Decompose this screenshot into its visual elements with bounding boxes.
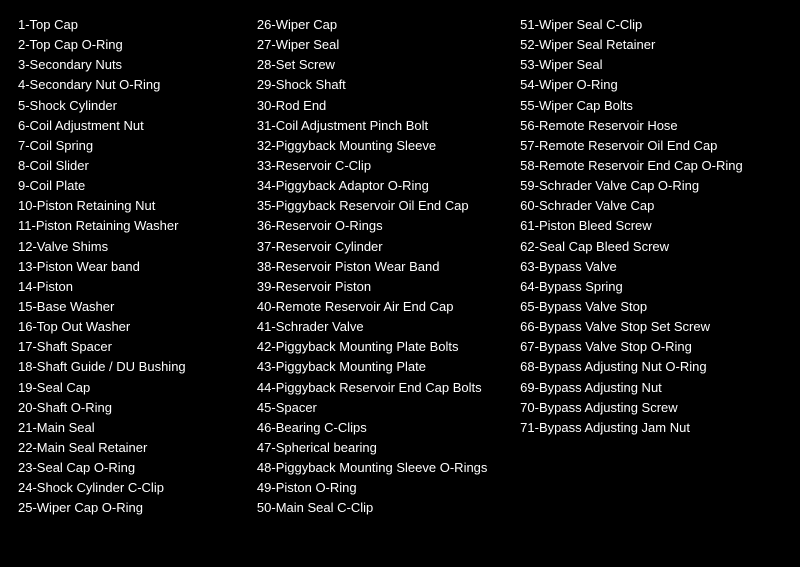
- list-item: 63-Bypass Valve: [520, 257, 782, 277]
- list-item: 10-Piston Retaining Nut: [18, 196, 241, 216]
- list-item: 56-Remote Reservoir Hose: [520, 116, 782, 136]
- list-item: 4-Secondary Nut O-Ring: [18, 75, 241, 95]
- column-1: 1-Top Cap2-Top Cap O-Ring3-Secondary Nut…: [10, 10, 249, 524]
- list-item: 7-Coil Spring: [18, 136, 241, 156]
- list-item: 49-Piston O-Ring: [257, 478, 504, 498]
- list-item: 26-Wiper Cap: [257, 15, 504, 35]
- list-item: 13-Piston Wear band: [18, 257, 241, 277]
- list-item: 38-Reservoir Piston Wear Band: [257, 257, 504, 277]
- list-item: 67-Bypass Valve Stop O-Ring: [520, 337, 782, 357]
- list-item: 19-Seal Cap: [18, 378, 241, 398]
- list-item: 31-Coil Adjustment Pinch Bolt: [257, 116, 504, 136]
- list-item: 21-Main Seal: [18, 418, 241, 438]
- list-item: 40-Remote Reservoir Air End Cap: [257, 297, 504, 317]
- list-item: 54-Wiper O-Ring: [520, 75, 782, 95]
- list-item: 46-Bearing C-Clips: [257, 418, 504, 438]
- list-item: 43-Piggyback Mounting Plate: [257, 357, 504, 377]
- list-item: 24-Shock Cylinder C-Clip: [18, 478, 241, 498]
- list-item: 5-Shock Cylinder: [18, 96, 241, 116]
- list-item: 25-Wiper Cap O-Ring: [18, 498, 241, 518]
- list-item: 58-Remote Reservoir End Cap O-Ring: [520, 156, 782, 176]
- list-item: 64-Bypass Spring: [520, 277, 782, 297]
- list-item: 41-Schrader Valve: [257, 317, 504, 337]
- list-item: 53-Wiper Seal: [520, 55, 782, 75]
- list-item: 65-Bypass Valve Stop: [520, 297, 782, 317]
- list-item: 28-Set Screw: [257, 55, 504, 75]
- list-item: 30-Rod End: [257, 96, 504, 116]
- list-item: 47-Spherical bearing: [257, 438, 504, 458]
- list-item: 71-Bypass Adjusting Jam Nut: [520, 418, 782, 438]
- list-item: 70-Bypass Adjusting Screw: [520, 398, 782, 418]
- list-item: 35-Piggyback Reservoir Oil End Cap: [257, 196, 504, 216]
- list-item: 52-Wiper Seal Retainer: [520, 35, 782, 55]
- list-item: 27-Wiper Seal: [257, 35, 504, 55]
- list-item: 62-Seal Cap Bleed Screw: [520, 237, 782, 257]
- list-item: 59-Schrader Valve Cap O-Ring: [520, 176, 782, 196]
- list-item: 33-Reservoir C-Clip: [257, 156, 504, 176]
- list-item: 23-Seal Cap O-Ring: [18, 458, 241, 478]
- list-item: 18-Shaft Guide / DU Bushing: [18, 357, 241, 377]
- list-item: 39-Reservoir Piston: [257, 277, 504, 297]
- list-item: 6-Coil Adjustment Nut: [18, 116, 241, 136]
- list-item: 66-Bypass Valve Stop Set Screw: [520, 317, 782, 337]
- list-item: 61-Piston Bleed Screw: [520, 216, 782, 236]
- column-2: 26-Wiper Cap27-Wiper Seal28-Set Screw29-…: [249, 10, 512, 524]
- list-item: 48-Piggyback Mounting Sleeve O-Rings: [257, 458, 504, 478]
- list-item: 50-Main Seal C-Clip: [257, 498, 504, 518]
- list-item: 45-Spacer: [257, 398, 504, 418]
- list-item: 69-Bypass Adjusting Nut: [520, 378, 782, 398]
- column-3: 51-Wiper Seal C-Clip52-Wiper Seal Retain…: [512, 10, 790, 524]
- list-item: 37-Reservoir Cylinder: [257, 237, 504, 257]
- list-item: 57-Remote Reservoir Oil End Cap: [520, 136, 782, 156]
- list-item: 2-Top Cap O-Ring: [18, 35, 241, 55]
- list-item: 51-Wiper Seal C-Clip: [520, 15, 782, 35]
- list-item: 11-Piston Retaining Washer: [18, 216, 241, 236]
- list-item: 44-Piggyback Reservoir End Cap Bolts: [257, 378, 504, 398]
- list-item: 34-Piggyback Adaptor O-Ring: [257, 176, 504, 196]
- list-item: 55-Wiper Cap Bolts: [520, 96, 782, 116]
- list-item: 32-Piggyback Mounting Sleeve: [257, 136, 504, 156]
- list-item: 14-Piston: [18, 277, 241, 297]
- list-item: 20-Shaft O-Ring: [18, 398, 241, 418]
- list-item: 42-Piggyback Mounting Plate Bolts: [257, 337, 504, 357]
- list-item: 9-Coil Plate: [18, 176, 241, 196]
- list-item: 68-Bypass Adjusting Nut O-Ring: [520, 357, 782, 377]
- list-item: 1-Top Cap: [18, 15, 241, 35]
- list-item: 3-Secondary Nuts: [18, 55, 241, 75]
- list-item: 36-Reservoir O-Rings: [257, 216, 504, 236]
- list-item: 22-Main Seal Retainer: [18, 438, 241, 458]
- list-item: 60-Schrader Valve Cap: [520, 196, 782, 216]
- list-item: 8-Coil Slider: [18, 156, 241, 176]
- list-item: 12-Valve Shims: [18, 237, 241, 257]
- parts-list: 1-Top Cap2-Top Cap O-Ring3-Secondary Nut…: [10, 10, 790, 524]
- list-item: 29-Shock Shaft: [257, 75, 504, 95]
- list-item: 17-Shaft Spacer: [18, 337, 241, 357]
- list-item: 15-Base Washer: [18, 297, 241, 317]
- list-item: 16-Top Out Washer: [18, 317, 241, 337]
